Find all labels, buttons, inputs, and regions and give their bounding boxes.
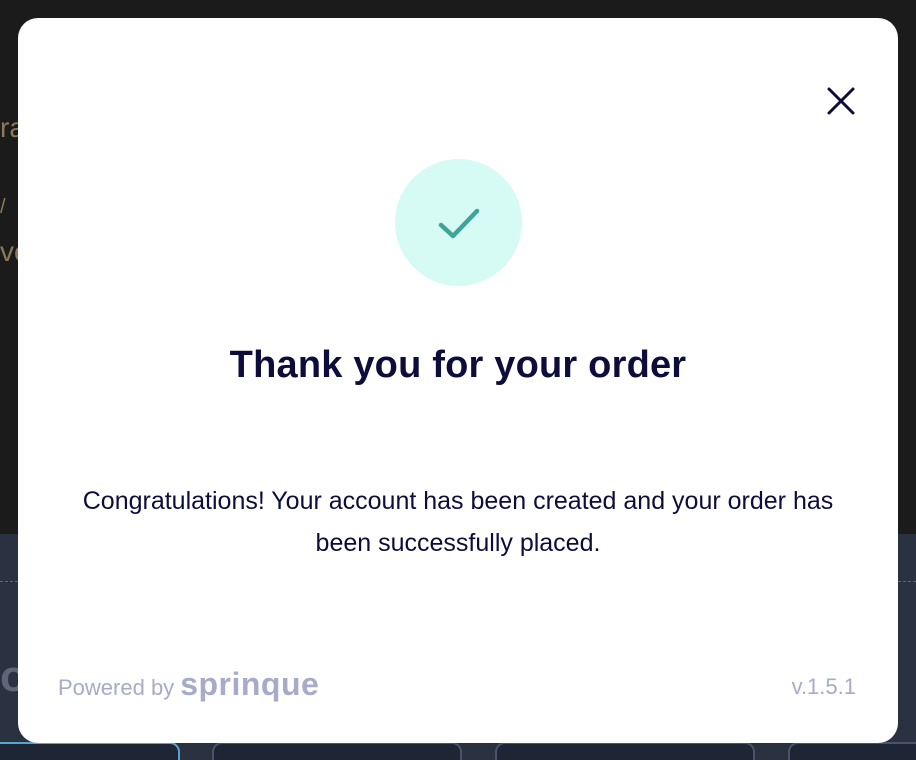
order-confirmation-modal: Thank you for your order Congratulations… [18, 18, 898, 743]
background-tab [495, 742, 755, 760]
background-text: / [0, 196, 6, 218]
background-tab [212, 742, 462, 760]
background-tab [788, 742, 916, 760]
brand-logo: sprinque [180, 666, 320, 702]
version-label: v.1.5.1 [791, 674, 856, 699]
close-icon [827, 87, 855, 115]
close-button[interactable] [822, 82, 860, 120]
background-tab [0, 742, 180, 760]
powered-by: Powered by sprinque [58, 666, 319, 703]
modal-title: Thank you for your order [229, 344, 687, 386]
confirmation-message: Congratulations! Your account has been c… [82, 487, 834, 557]
success-badge [395, 159, 522, 286]
powered-by-label: Powered by [58, 675, 175, 700]
checkmark-icon [438, 208, 479, 238]
